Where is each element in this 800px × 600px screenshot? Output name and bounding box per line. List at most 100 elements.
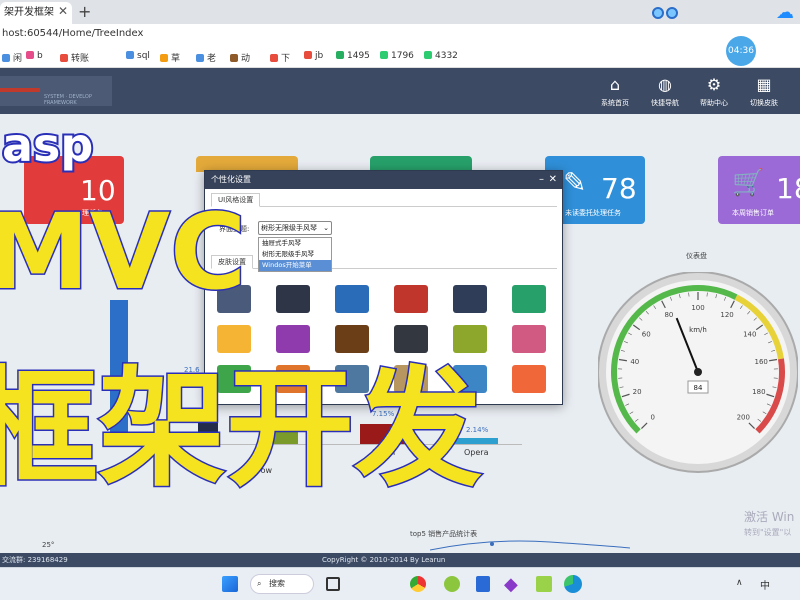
tray-chevron-icon[interactable]: ∧ <box>736 578 743 588</box>
new-tab-icon[interactable]: + <box>78 2 91 21</box>
header-nav-gear[interactable]: ⚙ 帮助中心 <box>689 76 739 108</box>
theme-option[interactable]: 抽屉式手风琴 <box>259 238 331 249</box>
footer-copyright: CopyRight © 2010-2014 By Learun <box>322 556 446 564</box>
gauge-title: 仪表盘 <box>686 252 707 260</box>
bookmark-icon <box>160 54 168 62</box>
skin-swatch[interactable] <box>276 285 310 313</box>
skin-swatch[interactable] <box>512 325 546 353</box>
bookmark-label: 动 <box>241 54 251 64</box>
taskbar: ⌕ 搜索 ◆ ∧ 中 <box>0 567 800 600</box>
bookmark-label: 1495 <box>347 51 370 61</box>
header-nav-label: 切换皮肤 <box>750 99 778 107</box>
bookmark-item[interactable]: 4332 <box>424 51 458 61</box>
card-label: 本周销售订单 <box>732 209 774 217</box>
overlay-title-asp: asp <box>0 116 95 174</box>
header-nav-home[interactable]: ⌂ 系统首页 <box>590 76 640 108</box>
skin-swatch[interactable] <box>276 325 310 353</box>
bookmark-item[interactable]: b <box>26 51 43 61</box>
chrome-icon[interactable] <box>410 576 426 592</box>
header-nav-grid[interactable]: ▦ 切换皮肤 <box>739 76 789 108</box>
tab-strip: UI风格设置 <box>211 193 557 207</box>
watermark-line2: 转到"设置"以 <box>744 528 792 537</box>
bookmark-item[interactable]: 转账 <box>60 51 89 64</box>
bookmark-icon <box>270 54 278 62</box>
minimize-icon[interactable]: – <box>539 171 544 189</box>
gauge-tick-label: 160 <box>755 358 768 366</box>
home-icon: ⌂ <box>609 75 621 94</box>
skin-swatch[interactable] <box>335 285 369 313</box>
visual-studio-icon[interactable]: ◆ <box>504 574 518 595</box>
bookmark-label: 转账 <box>71 54 90 64</box>
y-tick-label: 25° <box>42 541 55 549</box>
bookmark-label: 下 <box>281 54 291 64</box>
gauge-tick-label: 40 <box>630 358 639 366</box>
bookmark-item[interactable]: jb <box>304 51 323 61</box>
bookmark-item[interactable]: 1796 <box>380 51 414 61</box>
skin-swatch[interactable] <box>335 325 369 353</box>
bookmark-icon <box>230 54 238 62</box>
input-language[interactable]: 中 <box>760 577 770 592</box>
footer-group: 交流群: 239168429 <box>2 556 68 564</box>
bookmark-icon <box>60 54 68 62</box>
dialog-header: 个性化设置 – ✕ <box>205 171 562 189</box>
theme-select[interactable]: 树形无限级手风琴 ⌄ <box>258 221 332 235</box>
card-weekly-orders[interactable]: 🛒 18 本周销售订单 <box>718 156 800 224</box>
app-footer: 交流群: 239168429 CopyRight © 2010-2014 By … <box>0 553 800 567</box>
tab-close-icon[interactable]: ✕ <box>58 4 68 18</box>
baidu-cloud-icon[interactable]: ☁ <box>776 2 798 23</box>
edge-icon[interactable] <box>564 575 582 593</box>
skin-swatch[interactable] <box>512 285 546 313</box>
bookmark-item[interactable]: 动 <box>230 51 250 64</box>
theme-select-value: 树形无限级手风琴 <box>261 224 317 232</box>
extension-owl-icon[interactable] <box>652 4 688 22</box>
theme-option[interactable]: 树形无限级手风琴 <box>259 249 331 260</box>
skin-swatch[interactable] <box>394 325 428 353</box>
app-icon-2[interactable] <box>536 576 552 592</box>
url-text[interactable]: host:60544/Home/TreeIndex <box>2 28 143 39</box>
bookmark-item[interactable]: 草 <box>160 51 180 64</box>
header-nav-globe[interactable]: ◍ 快捷导航 <box>640 76 690 108</box>
card-number: 18 <box>776 172 800 205</box>
grid-icon: ▦ <box>756 75 772 94</box>
search-icon: ⌕ <box>257 579 262 588</box>
bookmark-icon <box>126 51 134 59</box>
task-view-icon[interactable] <box>326 577 340 591</box>
chevron-down-icon: ⌄ <box>323 224 329 232</box>
theme-option-selected[interactable]: Windos开始菜单 <box>259 260 331 271</box>
bookmark-label: 闲 <box>13 54 23 64</box>
app-icon[interactable] <box>444 576 460 592</box>
skin-swatch[interactable] <box>453 325 487 353</box>
bookmark-label: 老 <box>207 54 217 64</box>
overlay-title-mvc: MVC <box>0 191 248 313</box>
pencil-icon: ✎ <box>563 166 587 199</box>
document-icon[interactable] <box>476 576 490 592</box>
bookmark-label: sql <box>137 51 150 61</box>
taskbar-search[interactable]: ⌕ 搜索 <box>250 574 314 594</box>
cart-icon: 🛒 <box>732 168 765 198</box>
bookmark-item[interactable]: sql <box>126 51 150 61</box>
gauge-tick-label: 140 <box>743 330 756 338</box>
watermark-line1: 激活 Win <box>744 510 795 524</box>
gauge-tick-label: 120 <box>720 311 733 319</box>
bookmark-item[interactable]: 闲 <box>2 51 22 64</box>
bookmark-label: b <box>37 51 43 61</box>
windows-start-icon[interactable] <box>222 576 238 592</box>
header-nav-label: 快捷导航 <box>651 99 679 107</box>
skin-swatch[interactable] <box>512 365 546 393</box>
bookmark-item[interactable]: 下 <box>270 51 290 64</box>
gauge-tick-label: 80 <box>664 311 673 319</box>
bookmark-icon <box>196 54 204 62</box>
close-icon[interactable]: ✕ <box>549 171 557 189</box>
header-nav-label: 系统首页 <box>601 99 629 107</box>
address-bar[interactable]: host:60544/Home/TreeIndex A ☆ <box>0 24 800 65</box>
skin-swatch[interactable] <box>217 325 251 353</box>
recording-timer: 04:36 <box>726 36 756 66</box>
bookmarks-bar: 闲 b 转账 sql 草 老 动 下 jb 1495 1796 4332 <box>0 46 800 68</box>
bookmark-icon <box>380 51 388 59</box>
gauge-tick-label: 60 <box>642 330 651 338</box>
skin-swatch[interactable] <box>394 285 428 313</box>
bookmark-icon <box>336 51 344 59</box>
bookmark-item[interactable]: 1495 <box>336 51 370 61</box>
skin-swatch[interactable] <box>453 285 487 313</box>
bookmark-item[interactable]: 老 <box>196 51 216 64</box>
